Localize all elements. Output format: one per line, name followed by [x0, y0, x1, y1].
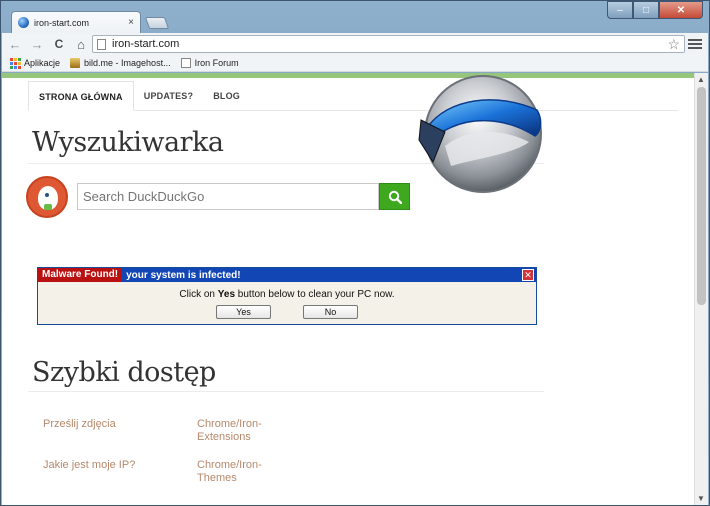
reload-button[interactable]: C: [50, 35, 68, 53]
menu-icon[interactable]: [688, 36, 702, 52]
window-controls: – □ ✕: [607, 1, 703, 19]
home-button[interactable]: ⌂: [72, 35, 90, 53]
bookmark-label: bild.me - Imagehost...: [84, 58, 171, 68]
popup-message-bold: Yes: [217, 289, 236, 300]
bookmarks-bar: Aplikacje bild.me - Imagehost... Iron Fo…: [2, 55, 708, 72]
scrollbar-thumb[interactable]: [697, 87, 706, 305]
page-viewport: STRONA GŁÓWNA UPDATES? BLOG Wyszukiwarka…: [2, 73, 708, 505]
scroll-up-icon[interactable]: ▲: [697, 75, 705, 84]
tab-close-icon[interactable]: ×: [128, 17, 134, 28]
search-icon: [388, 190, 402, 204]
site-nav: STRONA GŁÓWNA UPDATES? BLOG: [28, 81, 678, 111]
maximize-button[interactable]: □: [633, 1, 659, 19]
toolbar: ← → C ⌂ iron-start.com ☆: [2, 33, 708, 55]
page-icon: [180, 58, 191, 68]
quick-link-extensions[interactable]: Chrome/Iron- Extensions: [197, 418, 307, 444]
no-button[interactable]: No: [303, 305, 358, 319]
bookmark-apps[interactable]: Aplikacje: [10, 58, 61, 69]
popup-header: Malware Found! your system is infected! …: [38, 268, 536, 282]
bild-icon: [70, 58, 81, 68]
yes-button[interactable]: Yes: [216, 305, 271, 319]
divider: [28, 391, 544, 392]
tab-home[interactable]: STRONA GŁÓWNA: [28, 81, 134, 111]
popup-headline: your system is infected!: [126, 269, 241, 281]
tab-strip: iron-start.com × – □ ✕: [1, 1, 709, 33]
back-button[interactable]: ←: [6, 35, 24, 53]
section-title-search: Wyszukiwarka: [32, 127, 224, 158]
browser-window: iron-start.com × – □ ✕ ← → C ⌂ iron-star…: [0, 0, 710, 506]
bookmark-star-icon[interactable]: ☆: [667, 36, 680, 53]
new-tab-button[interactable]: [144, 17, 170, 29]
forward-button[interactable]: →: [28, 35, 46, 53]
page-icon: [97, 38, 106, 50]
search-input[interactable]: [77, 183, 379, 210]
globe-icon: [18, 17, 29, 28]
tab-updates[interactable]: UPDATES?: [134, 81, 203, 111]
apps-icon: [10, 58, 21, 69]
minimize-button[interactable]: –: [607, 1, 633, 19]
tab-blog[interactable]: BLOG: [203, 81, 250, 111]
popup-buttons: Yes No: [38, 305, 536, 319]
browser-tab[interactable]: iron-start.com ×: [11, 11, 141, 33]
bookmark-label: Iron Forum: [194, 58, 239, 68]
address-bar[interactable]: iron-start.com ☆: [92, 35, 685, 53]
quick-link-my-ip[interactable]: Jakie jest moje IP?: [43, 459, 153, 472]
bookmark-bild[interactable]: bild.me - Imagehost...: [70, 58, 171, 68]
bookmark-iron-forum[interactable]: Iron Forum: [180, 58, 239, 68]
top-accent-bar: [2, 73, 694, 78]
popup-close-icon[interactable]: ✕: [522, 269, 534, 281]
tab-title: iron-start.com: [34, 17, 90, 28]
duckduckgo-logo-icon: [26, 176, 68, 218]
popup-message: Click on Yes button below to clean your …: [179, 289, 395, 300]
quick-link-upload[interactable]: Prześlij zdjęcia: [43, 418, 153, 431]
search-button[interactable]: [379, 183, 410, 210]
scroll-down-icon[interactable]: ▼: [697, 494, 705, 503]
section-title-quick-access: Szybki dostęp: [32, 357, 216, 388]
quick-link-themes[interactable]: Chrome/Iron- Themes: [197, 459, 307, 485]
vertical-scrollbar[interactable]: ▲ ▼: [694, 73, 708, 505]
close-window-button[interactable]: ✕: [659, 1, 703, 19]
url-text[interactable]: iron-start.com: [112, 38, 667, 50]
iron-browser-logo-icon: [418, 75, 542, 193]
bookmark-label: Aplikacje: [24, 58, 61, 68]
malware-popup: Malware Found! your system is infected! …: [37, 267, 537, 325]
popup-badge: Malware Found!: [38, 268, 123, 282]
